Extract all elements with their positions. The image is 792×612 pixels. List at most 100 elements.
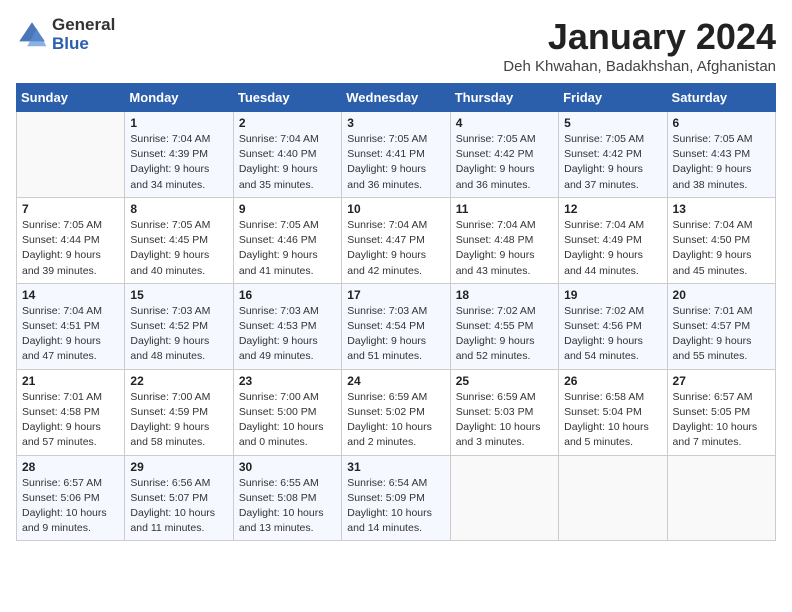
day-number: 12	[564, 202, 661, 216]
day-detail: Sunrise: 7:04 AMSunset: 4:48 PMDaylight:…	[456, 218, 553, 279]
day-number: 18	[456, 288, 553, 302]
calendar-week-row: 7 Sunrise: 7:05 AMSunset: 4:44 PMDaylight…	[17, 197, 776, 283]
day-detail: Sunrise: 7:04 AMSunset: 4:51 PMDaylight:…	[22, 304, 119, 365]
calendar-day-header: Sunday	[17, 84, 125, 112]
day-number: 31	[347, 460, 444, 474]
calendar-cell: 2Sunrise: 7:04 AMSunset: 4:40 PMDaylight…	[233, 112, 341, 198]
day-detail: Sunrise: 7:05 AMSunset: 4:43 PMDaylight:…	[673, 132, 770, 193]
calendar-cell: 12 Sunrise: 7:04 AMSunset: 4:49 PMDayligh…	[559, 197, 667, 283]
calendar-cell: 9 Sunrise: 7:05 AMSunset: 4:46 PMDaylight…	[233, 197, 341, 283]
calendar-cell: 1 Sunrise: 7:04 AMSunset: 4:39 PMDaylight…	[125, 112, 233, 198]
page-header: General Blue January 2024 Deh Khwahan, B…	[16, 16, 776, 75]
day-number: 14	[22, 288, 119, 302]
logo-text: General Blue	[52, 16, 115, 53]
day-number: 7	[22, 202, 119, 216]
calendar-cell: 16Sunrise: 7:03 AMSunset: 4:53 PMDayligh…	[233, 283, 341, 369]
calendar-day-header: Monday	[125, 84, 233, 112]
day-detail: Sunrise: 6:57 AMSunset: 5:05 PMDaylight:…	[673, 390, 770, 451]
calendar-cell: 5Sunrise: 7:05 AMSunset: 4:42 PMDaylight…	[559, 112, 667, 198]
day-detail: Sunrise: 7:05 AMSunset: 4:42 PMDaylight:…	[456, 132, 553, 193]
calendar-cell	[667, 455, 775, 541]
calendar-day-header: Saturday	[667, 84, 775, 112]
title-block: January 2024 Deh Khwahan, Badakhshan, Af…	[503, 16, 776, 75]
calendar-cell: 25 Sunrise: 6:59 AMSunset: 5:03 PMDayligh…	[450, 369, 558, 455]
day-detail: Sunrise: 7:04 AMSunset: 4:49 PMDaylight:…	[564, 218, 661, 279]
calendar-cell	[450, 455, 558, 541]
day-number: 22	[130, 374, 227, 388]
day-detail: Sunrise: 7:01 AMSunset: 4:57 PMDaylight:…	[673, 304, 770, 365]
day-number: 5	[564, 116, 661, 130]
calendar-cell: 23Sunrise: 7:00 AMSunset: 5:00 PMDayligh…	[233, 369, 341, 455]
day-detail: Sunrise: 7:02 AMSunset: 4:56 PMDaylight:…	[564, 304, 661, 365]
calendar-cell: 11 Sunrise: 7:04 AMSunset: 4:48 PMDayligh…	[450, 197, 558, 283]
day-number: 20	[673, 288, 770, 302]
day-detail: Sunrise: 6:58 AMSunset: 5:04 PMDaylight:…	[564, 390, 661, 451]
day-number: 21	[22, 374, 119, 388]
calendar-cell: 4 Sunrise: 7:05 AMSunset: 4:42 PMDaylight…	[450, 112, 558, 198]
day-detail: Sunrise: 6:57 AMSunset: 5:06 PMDaylight:…	[22, 476, 119, 537]
day-detail: Sunrise: 6:54 AMSunset: 5:09 PMDaylight:…	[347, 476, 444, 537]
day-number: 19	[564, 288, 661, 302]
calendar-cell: 22 Sunrise: 7:00 AMSunset: 4:59 PMDayligh…	[125, 369, 233, 455]
calendar-cell: 18 Sunrise: 7:02 AMSunset: 4:55 PMDayligh…	[450, 283, 558, 369]
day-number: 11	[456, 202, 553, 216]
calendar-cell: 21 Sunrise: 7:01 AMSunset: 4:58 PMDayligh…	[17, 369, 125, 455]
location: Deh Khwahan, Badakhshan, Afghanistan	[503, 58, 776, 75]
day-detail: Sunrise: 7:05 AMSunset: 4:44 PMDaylight:…	[22, 218, 119, 279]
calendar-cell: 17Sunrise: 7:03 AMSunset: 4:54 PMDayligh…	[342, 283, 450, 369]
day-detail: Sunrise: 6:56 AMSunset: 5:07 PMDaylight:…	[130, 476, 227, 537]
day-detail: Sunrise: 6:59 AMSunset: 5:03 PMDaylight:…	[456, 390, 553, 451]
day-number: 6	[673, 116, 770, 130]
day-detail: Sunrise: 7:04 AMSunset: 4:47 PMDaylight:…	[347, 218, 444, 279]
day-detail: Sunrise: 7:00 AMSunset: 4:59 PMDaylight:…	[130, 390, 227, 451]
day-detail: Sunrise: 6:59 AMSunset: 5:02 PMDaylight:…	[347, 390, 444, 451]
calendar-day-header: Thursday	[450, 84, 558, 112]
calendar-day-header: Wednesday	[342, 84, 450, 112]
day-detail: Sunrise: 7:01 AMSunset: 4:58 PMDaylight:…	[22, 390, 119, 451]
logo-general: General	[52, 16, 115, 35]
calendar-cell: 19 Sunrise: 7:02 AMSunset: 4:56 PMDayligh…	[559, 283, 667, 369]
day-number: 15	[130, 288, 227, 302]
calendar-day-header: Tuesday	[233, 84, 341, 112]
day-detail: Sunrise: 7:05 AMSunset: 4:46 PMDaylight:…	[239, 218, 336, 279]
day-detail: Sunrise: 6:55 AMSunset: 5:08 PMDaylight:…	[239, 476, 336, 537]
day-detail: Sunrise: 7:03 AMSunset: 4:53 PMDaylight:…	[239, 304, 336, 365]
day-number: 9	[239, 202, 336, 216]
day-detail: Sunrise: 7:04 AMSunset: 4:40 PMDaylight:…	[239, 132, 336, 193]
day-number: 1	[130, 116, 227, 130]
calendar-cell: 28 Sunrise: 6:57 AMSunset: 5:06 PMDayligh…	[17, 455, 125, 541]
logo: General Blue	[16, 16, 115, 53]
calendar-week-row: 1 Sunrise: 7:04 AMSunset: 4:39 PMDaylight…	[17, 112, 776, 198]
logo-icon	[16, 19, 48, 51]
calendar-cell: 8Sunrise: 7:05 AMSunset: 4:45 PMDaylight…	[125, 197, 233, 283]
calendar-cell: 10 Sunrise: 7:04 AMSunset: 4:47 PMDayligh…	[342, 197, 450, 283]
day-detail: Sunrise: 7:03 AMSunset: 4:52 PMDaylight:…	[130, 304, 227, 365]
calendar-cell: 7 Sunrise: 7:05 AMSunset: 4:44 PMDaylight…	[17, 197, 125, 283]
calendar-week-row: 28 Sunrise: 6:57 AMSunset: 5:06 PMDayligh…	[17, 455, 776, 541]
calendar-cell: 13Sunrise: 7:04 AMSunset: 4:50 PMDayligh…	[667, 197, 775, 283]
month-title: January 2024	[503, 16, 776, 58]
day-number: 3	[347, 116, 444, 130]
day-number: 28	[22, 460, 119, 474]
calendar-cell: 14 Sunrise: 7:04 AMSunset: 4:51 PMDayligh…	[17, 283, 125, 369]
calendar-cell: 3 Sunrise: 7:05 AMSunset: 4:41 PMDaylight…	[342, 112, 450, 198]
day-number: 25	[456, 374, 553, 388]
day-number: 26	[564, 374, 661, 388]
day-number: 10	[347, 202, 444, 216]
calendar-table: SundayMondayTuesdayWednesdayThursdayFrid…	[16, 83, 776, 541]
day-number: 4	[456, 116, 553, 130]
logo-blue: Blue	[52, 35, 115, 54]
day-number: 24	[347, 374, 444, 388]
calendar-week-row: 14 Sunrise: 7:04 AMSunset: 4:51 PMDayligh…	[17, 283, 776, 369]
day-number: 30	[239, 460, 336, 474]
day-number: 23	[239, 374, 336, 388]
day-number: 17	[347, 288, 444, 302]
day-detail: Sunrise: 7:05 AMSunset: 4:41 PMDaylight:…	[347, 132, 444, 193]
day-detail: Sunrise: 7:04 AMSunset: 4:39 PMDaylight:…	[130, 132, 227, 193]
calendar-cell: 6 Sunrise: 7:05 AMSunset: 4:43 PMDaylight…	[667, 112, 775, 198]
calendar-day-header: Friday	[559, 84, 667, 112]
calendar-header-row: SundayMondayTuesdayWednesdayThursdayFrid…	[17, 84, 776, 112]
day-number: 27	[673, 374, 770, 388]
calendar-cell: 27 Sunrise: 6:57 AMSunset: 5:05 PMDayligh…	[667, 369, 775, 455]
day-detail: Sunrise: 7:02 AMSunset: 4:55 PMDaylight:…	[456, 304, 553, 365]
